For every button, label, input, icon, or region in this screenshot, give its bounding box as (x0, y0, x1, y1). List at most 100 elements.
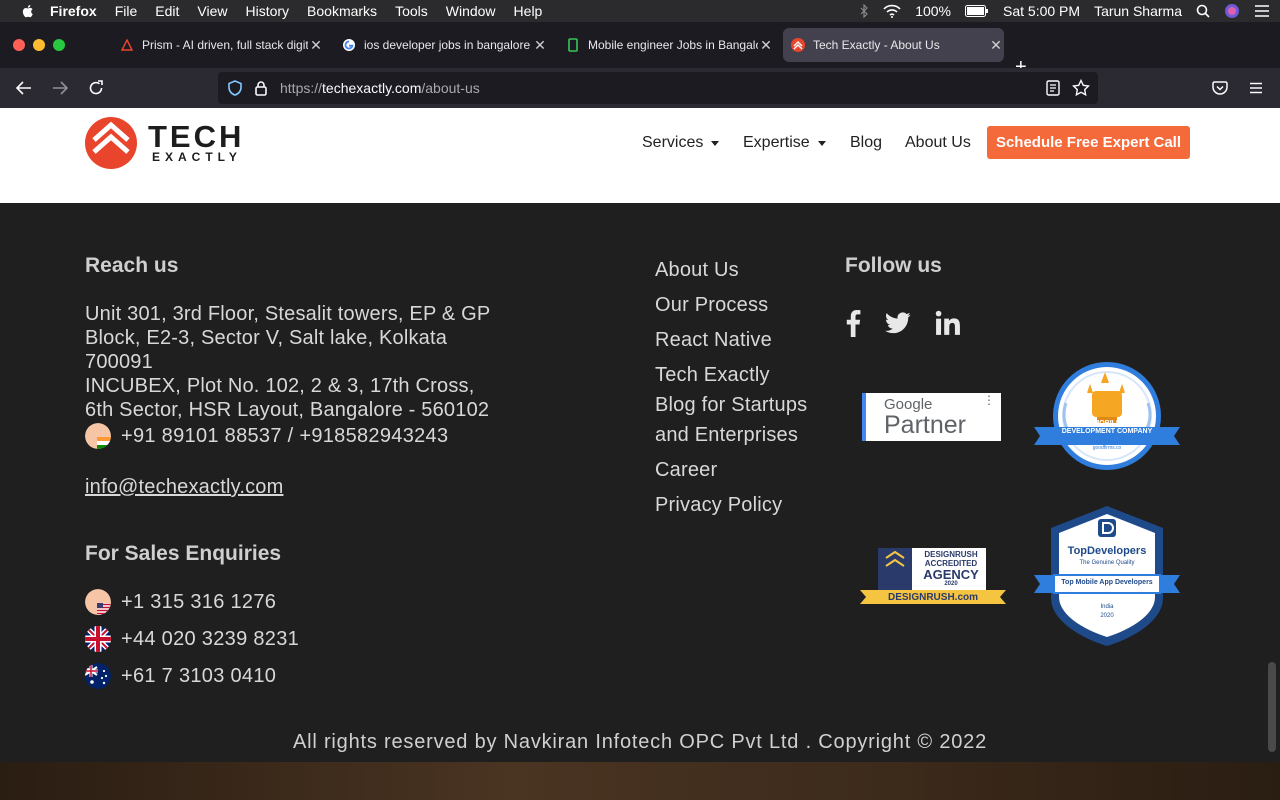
us-phone-number: +1 315 316 1276 (121, 590, 277, 613)
nav-services[interactable]: Services (642, 134, 720, 152)
close-tab-icon[interactable]: ✕ (988, 37, 1004, 54)
google-icon (342, 38, 356, 52)
footer-link-privacy-policy[interactable]: Privacy Policy (655, 490, 835, 520)
topdevelopers-badge[interactable]: TopDevelopers The Genuine Quality Top Mo… (1034, 503, 1180, 649)
url-path: /about-us (421, 80, 480, 96)
tab-title: Prism - AI driven, full stack digita (142, 38, 308, 52)
back-arrow-icon[interactable] (14, 78, 34, 98)
menu-view[interactable]: View (197, 0, 227, 22)
web-page: TECH EXACTLY Services Expertise Blog Abo… (0, 108, 1280, 762)
topdevelopers-shield-icon (1034, 506, 1180, 646)
uk-flag-icon (85, 626, 111, 652)
office-address: Unit 301, 3rd Floor, Stesalit towers, EP… (85, 302, 535, 422)
topdev-sub: The Genuine Quality (1079, 560, 1135, 566)
menu-file[interactable]: File (115, 0, 138, 22)
battery-percent: 100% (915, 3, 952, 19)
goodfirms-ribbon-text: TOP MOBILE APP DEVELOPMENT COMPANY (1034, 420, 1180, 436)
nav-about-us[interactable]: About Us (905, 134, 971, 152)
pocket-icon[interactable] (1210, 78, 1230, 98)
tab-techexactly-about[interactable]: Tech Exactly - About Us ✕ (783, 28, 1004, 62)
linkedin-icon[interactable] (933, 309, 963, 337)
footer-link-blog[interactable]: Tech Exactly Blog for Startups and Enter… (655, 360, 835, 450)
menu-window[interactable]: Window (446, 0, 496, 22)
footer-link-about-us[interactable]: About Us (655, 255, 835, 285)
close-tab-icon[interactable]: ✕ (758, 37, 774, 54)
designrush-site: DESIGNRUSH.com (887, 592, 978, 603)
facebook-icon[interactable] (838, 309, 868, 337)
apple-icon[interactable] (20, 3, 36, 19)
tab-jobs[interactable]: Mobile engineer Jobs in Bangalo ✕ (558, 28, 774, 62)
uk-phone[interactable]: +44 020 3239 8231 (85, 626, 299, 652)
more-dots-icon: ⋮ (983, 393, 995, 407)
clock[interactable]: Sat 5:00 PM (1003, 3, 1080, 19)
bookmark-star-icon[interactable] (1072, 79, 1090, 97)
zoom-window-button[interactable] (53, 39, 65, 51)
close-window-button[interactable] (13, 39, 25, 51)
jobs-icon (566, 38, 580, 52)
minimize-window-button[interactable] (33, 39, 45, 51)
footer-link-react-native[interactable]: React Native (655, 325, 835, 355)
spotlight-search-icon[interactable] (1196, 4, 1210, 18)
tab-prism[interactable]: Prism - AI driven, full stack digita ✕ (112, 28, 324, 62)
menu-edit[interactable]: Edit (155, 0, 179, 22)
menu-history[interactable]: History (245, 0, 289, 22)
siri-icon[interactable] (1224, 3, 1240, 19)
tab-google-search[interactable]: ios developer jobs in bangalore ✕ (334, 28, 548, 62)
blog-link-line: Blog for Startups (655, 394, 808, 416)
india-phone[interactable]: +91 89101 88537 / +918582943243 (85, 423, 448, 449)
footer-link-career[interactable]: Career (655, 455, 835, 485)
topdev-title: TopDevelopers (1067, 545, 1147, 557)
us-phone[interactable]: +1 315 316 1276 (85, 589, 276, 615)
address-line: 6th Sector, HSR Layout, Bangalore - 5601… (85, 399, 490, 421)
email-link[interactable]: info@techexactly.com (85, 476, 283, 499)
url-domain: techexactly.com (322, 80, 422, 96)
techexactly-logo-icon[interactable] (85, 115, 137, 169)
address-bar[interactable]: https://techexactly.com/about-us (218, 72, 1098, 104)
goodfirms-badge[interactable]: TOP MOBILE APP DEVELOPMENT COMPANY goodf… (1034, 361, 1180, 475)
follow-us-heading: Follow us (845, 254, 942, 277)
menu-tools[interactable]: Tools (395, 0, 428, 22)
tab-title: Mobile engineer Jobs in Bangalo (588, 38, 758, 52)
reload-icon[interactable] (86, 78, 106, 98)
nav-expertise-label: Expertise (743, 134, 810, 151)
battery-icon[interactable] (965, 5, 989, 17)
logo-word-exactly[interactable]: EXACTLY (152, 150, 242, 164)
sales-enquiries-heading: For Sales Enquiries (85, 542, 282, 565)
au-phone[interactable]: +61 7 3103 0410 (85, 663, 276, 689)
google-partner-badge[interactable]: Google Partner ⋮ (862, 393, 1001, 441)
designrush-badge[interactable]: DESIGNRUSH ACCREDITED AGENCY 2020 DESIGN… (860, 546, 1006, 608)
menu-help[interactable]: Help (514, 0, 543, 22)
chevron-down-icon (711, 140, 720, 146)
designrush-line: DESIGNRUSH (924, 550, 978, 559)
reader-view-icon[interactable] (1046, 80, 1060, 96)
address-line: Unit 301, 3rd Floor, Stesalit towers, EP… (85, 303, 491, 325)
page-scrollbar[interactable] (1268, 662, 1276, 752)
tracking-protection-shield-icon[interactable] (228, 80, 242, 96)
desktop-wallpaper (0, 762, 1280, 800)
topdev-ribbon: Top Mobile App Developers (1061, 579, 1153, 586)
forward-arrow-icon[interactable] (50, 78, 70, 98)
nav-blog[interactable]: Blog (850, 134, 882, 152)
techexactly-icon (791, 38, 805, 52)
india-phone-number: +91 89101 88537 / +918582943243 (121, 424, 449, 447)
menu-app-name[interactable]: Firefox (50, 0, 97, 22)
menu-bookmarks[interactable]: Bookmarks (307, 0, 377, 22)
url-scheme: https:// (280, 80, 323, 96)
lock-icon[interactable] (254, 80, 268, 96)
uk-phone-number: +44 020 3239 8231 (121, 627, 300, 650)
footer-link-our-process[interactable]: Our Process (655, 290, 835, 320)
site-header: TECH EXACTLY Services Expertise Blog Abo… (0, 108, 1280, 176)
hamburger-menu-icon[interactable] (1246, 78, 1266, 98)
close-tab-icon[interactable]: ✕ (532, 37, 548, 54)
footer-links: About Us Our Process React Native Tech E… (655, 255, 835, 525)
bluetooth-icon[interactable] (859, 4, 869, 18)
close-tab-icon[interactable]: ✕ (308, 37, 324, 54)
nav-expertise[interactable]: Expertise (743, 134, 826, 152)
wifi-icon[interactable] (883, 4, 901, 18)
goodfirms-line: DEVELOPMENT COMPANY (1061, 428, 1153, 435)
schedule-call-button[interactable]: Schedule Free Expert Call (987, 126, 1190, 159)
user-name[interactable]: Tarun Sharma (1094, 3, 1182, 19)
control-center-icon[interactable] (1254, 4, 1270, 18)
twitter-icon[interactable] (883, 309, 913, 337)
url-text[interactable]: https://techexactly.com/about-us (280, 80, 480, 96)
